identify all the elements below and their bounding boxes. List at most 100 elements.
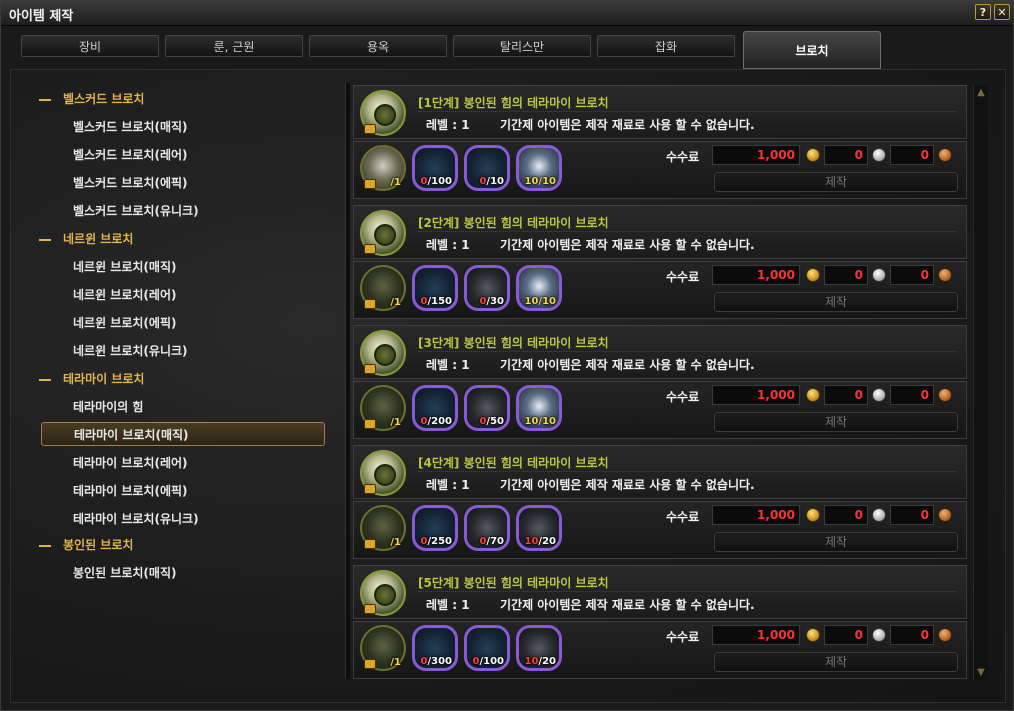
material-slot-icon[interactable]: 0/70 [464, 505, 510, 551]
material-slot-icon[interactable]: 10/10 [516, 265, 562, 311]
material-slot-icon[interactable]: 0/200 [412, 385, 458, 431]
close-button[interactable]: ✕ [994, 4, 1010, 20]
material-slot-icon[interactable]: 0/300 [412, 625, 458, 671]
collapse-dash-icon [39, 544, 51, 547]
sidebar-item-teramai-power[interactable]: 테라마이의 힘 [73, 395, 143, 419]
material-count: 0/30 [479, 296, 504, 307]
recipe-card: [3단계] 봉인된 힘의 테라마이 브로치 레벨 : 1 기간제 아이템은 제작… [353, 325, 967, 439]
tab-equipment[interactable]: 장비 [21, 35, 159, 57]
gold-amount: 1,000 [712, 385, 800, 405]
bronze-coin-icon [938, 268, 952, 282]
bronze-amount: 0 [890, 505, 934, 525]
craft-button[interactable]: 제작 [714, 652, 958, 672]
material-slot-icon[interactable]: 0/250 [412, 505, 458, 551]
lock-icon [364, 299, 376, 309]
craft-button[interactable]: 제작 [714, 532, 958, 552]
bronze-coin-icon [938, 388, 952, 402]
material-slot-icon[interactable]: 10/20 [516, 625, 562, 671]
base-brooch-material-icon[interactable]: /1 [360, 145, 406, 191]
recipe-level: 레벨 : 1 [426, 598, 470, 612]
collapse-dash-icon [39, 98, 51, 101]
scroll-down-arrow-icon[interactable]: ▼ [975, 667, 987, 679]
category-belskard[interactable]: 벨스커드 브로치 [39, 87, 144, 111]
lock-icon [364, 604, 376, 614]
lock-icon [364, 659, 376, 669]
craft-button[interactable]: 제작 [714, 172, 958, 192]
bronze-amount: 0 [890, 265, 934, 285]
gold-coin-icon [806, 388, 820, 402]
brooch-result-icon[interactable] [360, 570, 406, 616]
lock-icon [364, 124, 376, 134]
bronze-amount: 0 [890, 145, 934, 165]
sidebar-item-teramai-epic[interactable]: 테라마이 브로치(에픽) [73, 479, 188, 503]
brooch-result-icon[interactable] [360, 210, 406, 256]
lock-icon [364, 484, 376, 494]
sidebar-item-nerwin-magic[interactable]: 네르윈 브로치(매직) [73, 255, 176, 279]
material-slot-icon[interactable]: 0/30 [464, 265, 510, 311]
sidebar-item-belskard-magic[interactable]: 벨스커드 브로치(매직) [73, 115, 188, 139]
help-button[interactable]: ? [975, 4, 991, 20]
recipe-header: [2단계] 봉인된 힘의 테라마이 브로치 레벨 : 1 기간제 아이템은 제작… [353, 205, 967, 259]
sidebar-item-teramai-unique[interactable]: 테라마이 브로치(유니크) [73, 507, 199, 531]
sidebar-item-nerwin-unique[interactable]: 네르윈 브로치(유니크) [73, 339, 188, 363]
title-bar[interactable]: 아이템 제작 ? ✕ [1, 1, 1013, 26]
material-slot-icon[interactable]: 0/150 [412, 265, 458, 311]
gold-coin-icon [806, 148, 820, 162]
fee-label: 수수료 [666, 630, 700, 644]
category-sealed[interactable]: 봉인된 브로치 [39, 533, 133, 557]
material-slot-icon[interactable]: 10/20 [516, 505, 562, 551]
material-count: 10/20 [525, 536, 557, 547]
brooch-result-icon[interactable] [360, 90, 406, 136]
material-need: /1 [390, 537, 401, 548]
tab-bar: 장비 룬, 근원 용옥 탈리스만 잡화 브로치 [15, 31, 999, 69]
tab-brooch[interactable]: 브로치 [743, 31, 881, 69]
sidebar-item-belskard-rare[interactable]: 벨스커드 브로치(레어) [73, 143, 188, 167]
sidebar-item-nerwin-epic[interactable]: 네르윈 브로치(에픽) [73, 311, 176, 335]
silver-coin-icon [872, 268, 886, 282]
material-slot-icon[interactable]: 0/10 [464, 145, 510, 191]
recipe-list: [1단계] 봉인된 힘의 테라마이 브로치 레벨 : 1 기간제 아이템은 제작… [353, 85, 967, 681]
material-slot-icon[interactable]: 0/100 [412, 145, 458, 191]
close-icon: ✕ [997, 6, 1007, 19]
sidebar-item-sealed-magic[interactable]: 봉인된 브로치(매직) [73, 561, 176, 585]
recipe-level: 레벨 : 1 [426, 238, 470, 252]
material-count: 10/10 [525, 416, 557, 427]
tab-rune[interactable]: 룬, 근원 [165, 35, 303, 57]
recipe-level: 레벨 : 1 [426, 358, 470, 372]
material-need: /250 [427, 536, 452, 547]
base-brooch-material-icon[interactable]: /1 [360, 505, 406, 551]
brooch-result-icon[interactable] [360, 330, 406, 376]
sidebar-item-teramai-magic[interactable]: 테라마이 브로치(매직) [41, 422, 325, 446]
recipe-list-scrollbar[interactable]: ▲ ▼ [973, 85, 988, 681]
base-brooch-material-icon[interactable]: /1 [360, 625, 406, 671]
sidebar-item-belskard-unique[interactable]: 벨스커드 브로치(유니크) [73, 199, 199, 223]
craft-button[interactable]: 제작 [714, 412, 958, 432]
tab-talisman[interactable]: 탈리스만 [453, 35, 591, 57]
material-need: /100 [427, 176, 452, 187]
sidebar-item-teramai-rare[interactable]: 테라마이 브로치(레어) [73, 451, 188, 475]
material-slot-icon[interactable]: 0/100 [464, 625, 510, 671]
sidebar-item-belskard-epic[interactable]: 벨스커드 브로치(에픽) [73, 171, 188, 195]
recipe-note: 기간제 아이템은 제작 재료로 사용 할 수 없습니다. [500, 118, 755, 132]
material-slot-icon[interactable]: 10/10 [516, 385, 562, 431]
scroll-up-arrow-icon[interactable]: ▲ [975, 87, 987, 99]
material-slot-icon[interactable]: 10/10 [516, 145, 562, 191]
silver-amount: 0 [824, 625, 868, 645]
sidebar-item-nerwin-rare[interactable]: 네르윈 브로치(레어) [73, 283, 176, 307]
gold-amount: 1,000 [712, 265, 800, 285]
craft-button[interactable]: 제작 [714, 292, 958, 312]
material-count: 0/200 [421, 416, 453, 427]
base-brooch-material-icon[interactable]: /1 [360, 385, 406, 431]
tab-misc[interactable]: 잡화 [597, 35, 735, 57]
material-slot-icon[interactable]: 0/50 [464, 385, 510, 431]
category-nerwin[interactable]: 네르윈 브로치 [39, 227, 133, 251]
window-title: 아이템 제작 [9, 9, 74, 24]
gold-amount: 1,000 [712, 145, 800, 165]
fee-label: 수수료 [666, 510, 700, 524]
base-brooch-material-icon[interactable]: /1 [360, 265, 406, 311]
recipe-category-sidebar: 벨스커드 브로치 벨스커드 브로치(매직) 벨스커드 브로치(레어) 벨스커드 … [25, 79, 343, 685]
recipe-header: [3단계] 봉인된 힘의 테라마이 브로치 레벨 : 1 기간제 아이템은 제작… [353, 325, 967, 379]
brooch-result-icon[interactable] [360, 450, 406, 496]
category-teramai[interactable]: 테라마이 브로치 [39, 367, 144, 391]
tab-dragon-jade[interactable]: 용옥 [309, 35, 447, 57]
